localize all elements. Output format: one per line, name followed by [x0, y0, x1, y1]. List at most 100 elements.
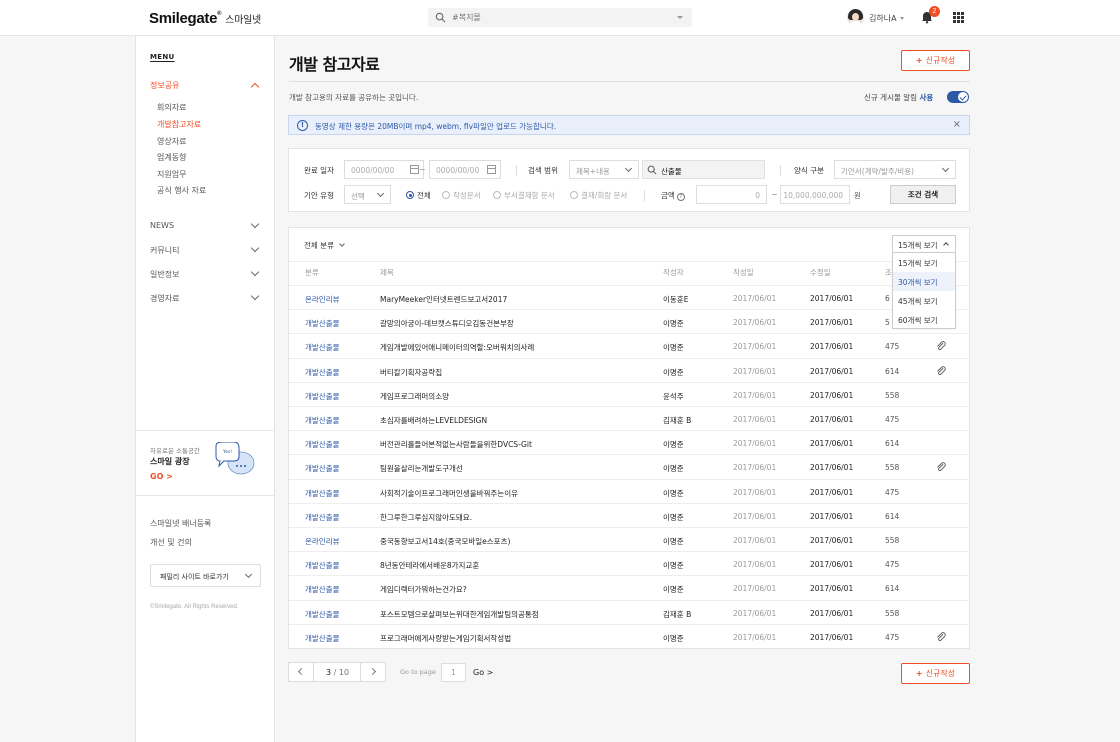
table-row[interactable]: 개발산출물 게임디렉터가뭐하는건가요? 이명준 2017/06/01 2017/06/0…: [289, 575, 969, 599]
row-title[interactable]: MaryMeeker인터넷트렌드보고서2017: [380, 294, 507, 305]
row-title[interactable]: 게임프로그래머의소양: [380, 391, 449, 402]
calendar-icon[interactable]: [410, 165, 419, 174]
user-menu-caret-icon[interactable]: [900, 17, 904, 20]
chevron-down-icon[interactable]: [250, 243, 260, 253]
sidebar-section-management[interactable]: 경영자료: [150, 293, 179, 304]
table-row[interactable]: 개발산출물 한그루한그루심지않아도돼요. 이명준 2017/06/01 2017/06/…: [289, 502, 969, 527]
avatar[interactable]: [847, 9, 864, 26]
paperclip-icon[interactable]: [936, 631, 946, 642]
row-category[interactable]: 개발산출물: [305, 318, 340, 329]
row-category[interactable]: 개발산출물: [305, 609, 340, 620]
table-row[interactable]: 개발산출물 초심자를배려하는LEVELDESIGN 김재훈 B 2017/06/01 2…: [289, 406, 969, 430]
col-header-category[interactable]: 분류: [305, 267, 319, 278]
sidebar-item-dev-reference[interactable]: 개발참고자료: [157, 119, 201, 130]
chevron-down-icon[interactable]: [250, 267, 260, 277]
sidebar-section-general[interactable]: 일반정보: [150, 269, 179, 280]
user-name[interactable]: 김하나A: [869, 13, 897, 24]
sidebar-item-industry[interactable]: 업계동향: [157, 152, 186, 163]
date-to-input[interactable]: 0000/00/00: [429, 160, 501, 179]
row-title[interactable]: 초심자를배려하는LEVELDESIGN: [380, 415, 487, 426]
new-post-button-bottom[interactable]: + 신규작성: [901, 663, 970, 684]
condition-search-button[interactable]: 조건 검색: [890, 185, 956, 204]
keyword-search[interactable]: 산출물: [642, 160, 765, 179]
row-category[interactable]: 개발산출물: [305, 342, 340, 353]
row-category[interactable]: 개발산출물: [305, 584, 340, 595]
sidebar-item-events[interactable]: 공식 행사 자료: [157, 185, 206, 196]
amount-from-input[interactable]: 0: [696, 185, 767, 204]
goto-page-input[interactable]: 1: [441, 663, 466, 682]
page-size-option-45[interactable]: 45개씩 보기: [893, 291, 955, 310]
amount-to-input[interactable]: 10,000,000,000: [780, 185, 850, 204]
row-category[interactable]: 개발산출물: [305, 488, 340, 499]
sidebar-section-community[interactable]: 커뮤니티: [150, 245, 179, 256]
col-header-modified[interactable]: 수정일: [810, 267, 831, 278]
row-title[interactable]: 팀원을살리는개발도구개선: [380, 463, 463, 474]
category-filter[interactable]: 전체 분류: [304, 240, 345, 251]
row-category[interactable]: 개발산출물: [305, 512, 340, 523]
chevron-up-icon[interactable]: [250, 82, 260, 92]
row-title[interactable]: 프로그래머에게사랑받는게임기획서작성법: [380, 633, 511, 644]
table-row[interactable]: 개발산출물 게임개발에있어애니메이터의역할:오버워치의사례 이명준 2017/06/0…: [289, 333, 969, 357]
table-row[interactable]: 개발산출물 갈망의아궁이-데브캣스튜디오김동건본부장 이명준 2017/06/01 20…: [289, 309, 969, 333]
family-site-select[interactable]: 패밀리 사이트 바로가기: [150, 564, 261, 587]
col-header-views[interactable]: 조: [885, 267, 892, 278]
sidebar-item-meeting[interactable]: 회의자료: [157, 102, 186, 113]
row-title[interactable]: 게임개발에있어애니메이터의역할:오버워치의사례: [380, 342, 534, 353]
table-row[interactable]: 개발산출물 버티칼기획자공략집 이명준 2017/06/01 2017/06/01 614: [289, 357, 969, 382]
chevron-left-icon[interactable]: [297, 667, 306, 676]
sidebar-item-support[interactable]: 지원업무: [157, 169, 186, 180]
page-size-option-30[interactable]: 30개씩 보기: [893, 272, 955, 291]
row-category[interactable]: 개발산출물: [305, 633, 340, 644]
table-row[interactable]: 개발산출물 버전관리를들어본적없는사람들을위한DVCS-Git 이명준 2017/06…: [289, 430, 969, 454]
row-category[interactable]: 개발산출물: [305, 560, 340, 571]
chevron-right-icon[interactable]: [368, 667, 377, 676]
table-row[interactable]: 개발산출물 게임프로그래머의소양 윤석주 2017/06/01 2017/06/01 55…: [289, 381, 969, 406]
global-search[interactable]: [428, 8, 692, 27]
help-icon[interactable]: ?: [676, 193, 685, 201]
global-search-input[interactable]: [452, 8, 672, 27]
row-title[interactable]: 게임디렉터가뭐하는건가요?: [380, 584, 467, 595]
form-type-select[interactable]: 기안서(계약/발주/비용): [834, 160, 956, 179]
page-size-option-15[interactable]: 15개씩 보기: [893, 253, 955, 272]
notify-toggle[interactable]: [947, 91, 969, 103]
sidebar-section-news[interactable]: NEWS: [150, 221, 174, 230]
calendar-icon[interactable]: [487, 165, 496, 174]
paperclip-icon[interactable]: [936, 341, 946, 351]
row-category[interactable]: 온라인리뷰: [305, 536, 340, 547]
row-title[interactable]: 버전관리를들어본적없는사람들을위한DVCS-Git: [380, 439, 532, 450]
search-dropdown-icon[interactable]: [677, 16, 683, 19]
table-row[interactable]: 개발산출물 사회적기술이프로그래머인생을바꿔주는이유 이명준 2017/06/01 20…: [289, 478, 969, 503]
table-row[interactable]: 온라인리뷰 중국동향보고서14호(중국모바일e스포츠) 이명준 2017/06/01 2…: [289, 527, 969, 551]
page-size-option-60[interactable]: 60개씩 보기: [893, 310, 955, 329]
new-post-button[interactable]: + 신규작성: [901, 50, 970, 71]
table-row[interactable]: 개발산출물 포스트모템으로살펴보는위대한게임개발팀의공통점 김재훈 B 2017/0…: [289, 599, 969, 624]
row-category[interactable]: 개발산출물: [305, 463, 340, 474]
row-category[interactable]: 개발산출물: [305, 391, 340, 402]
chevron-down-icon[interactable]: [250, 291, 260, 301]
col-header-created[interactable]: 작성일: [733, 267, 754, 278]
table-row[interactable]: 개발산출물 8년동안테라에서배운8가지교훈 이명준 2017/06/01 2017/06…: [289, 551, 969, 575]
row-category[interactable]: 개발산출물: [305, 439, 340, 450]
logo[interactable]: Smilegate®스마일넷: [149, 10, 261, 27]
row-title[interactable]: 중국동향보고서14호(중국모바일e스포츠): [380, 536, 510, 547]
draft-type-select[interactable]: 선택: [344, 185, 391, 204]
radio-dept-approval[interactable]: 부서결재함 문서: [493, 190, 555, 201]
table-row[interactable]: 온라인리뷰 MaryMeeker인터넷트렌드보고서2017 이동훈E 2017/06/…: [289, 285, 969, 309]
radio-written[interactable]: 작성문서: [442, 190, 481, 201]
promo-go-link[interactable]: GO >: [150, 472, 173, 481]
row-category[interactable]: 개발산출물: [305, 367, 340, 378]
table-row[interactable]: 개발산출물 프로그래머에게사랑받는게임기획서작성법 이명준 2017/06/01 201…: [289, 623, 969, 648]
page-size-select[interactable]: 15개씩 보기: [892, 235, 956, 253]
chevron-down-icon[interactable]: [250, 219, 260, 229]
apps-grid-icon[interactable]: [953, 12, 964, 23]
row-title[interactable]: 한그루한그루심지않아도돼요.: [380, 512, 472, 523]
scope-select[interactable]: 제목+내용: [569, 160, 639, 179]
banner-register-link[interactable]: 스마일넷 배너등록: [150, 518, 211, 529]
row-title[interactable]: 8년동안테라에서배운8가지교훈: [380, 560, 479, 571]
date-from-input[interactable]: 0000/00/00: [344, 160, 424, 179]
row-category[interactable]: 온라인리뷰: [305, 294, 340, 305]
paperclip-icon[interactable]: [936, 462, 946, 472]
row-title[interactable]: 포스트모템으로살펴보는위대한게임개발팀의공통점: [380, 609, 539, 620]
col-header-title[interactable]: 제목: [380, 267, 394, 278]
col-header-author[interactable]: 작성자: [663, 267, 684, 278]
